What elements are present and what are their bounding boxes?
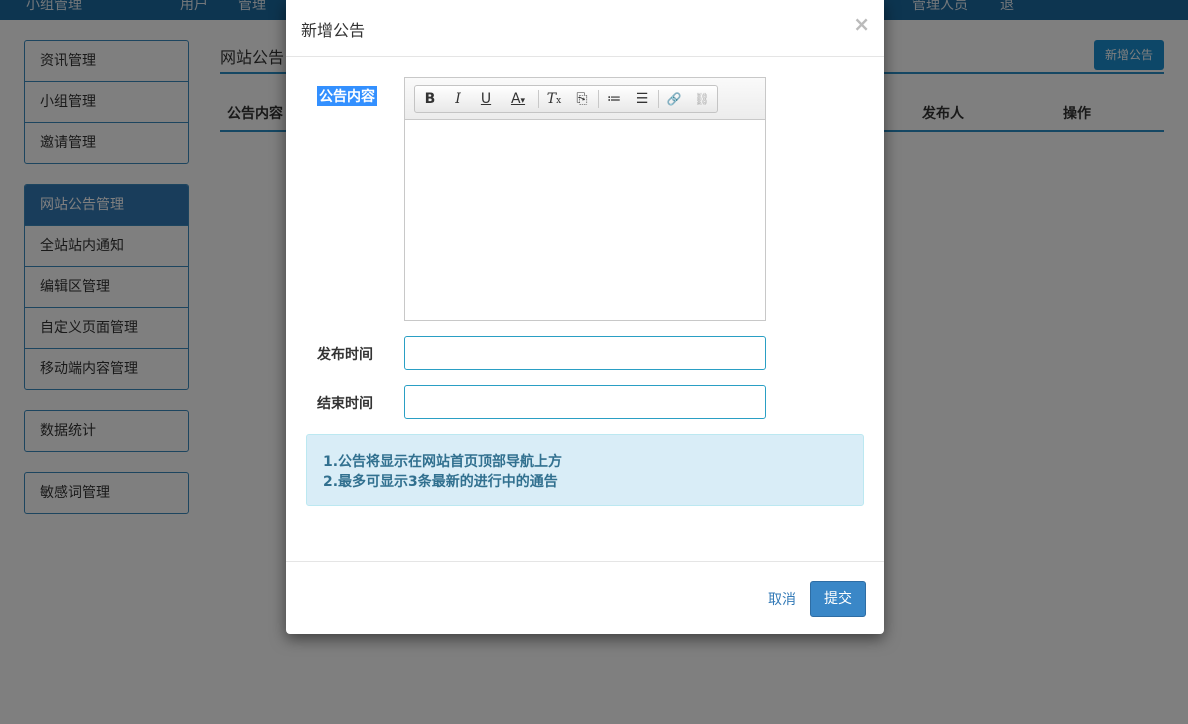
end-time-label: 结束时间 — [317, 396, 373, 412]
publish-time-input[interactable] — [404, 336, 766, 370]
remove-format-x: x — [556, 96, 562, 106]
italic-icon[interactable]: I — [447, 86, 469, 112]
content-label: 公告内容 — [317, 86, 377, 106]
chevron-down-icon: ▾ — [520, 96, 526, 106]
close-icon[interactable]: × — [853, 12, 870, 36]
editor-toolbar: B I U A▾ Tx ⎘ ≔ ☰ 🔗 ⛓ — [405, 78, 765, 120]
alert-note-2: 2.最多可显示3条最新的进行中的通告 — [323, 474, 558, 490]
unlink-icon[interactable]: ⛓ — [691, 86, 713, 112]
ordered-list-icon[interactable]: ≔ — [603, 86, 625, 112]
bold-icon[interactable]: B — [419, 86, 441, 112]
end-time-input[interactable] — [404, 385, 766, 419]
toolbar-separator — [598, 90, 599, 108]
info-alert: 1.公告将显示在网站首页顶部导航上方 2.最多可显示3条最新的进行中的通告 — [306, 434, 864, 506]
modal-header: 新增公告 × — [286, 0, 884, 57]
modal-footer-divider — [286, 561, 884, 562]
alert-note-1: 1.公告将显示在网站首页顶部导航上方 — [323, 454, 563, 470]
submit-button[interactable]: 提交 — [810, 581, 866, 617]
link-icon[interactable]: 🔗 — [663, 86, 685, 112]
editor-content-area[interactable] — [405, 120, 765, 320]
publish-time-label: 发布时间 — [317, 347, 373, 363]
add-announcement-modal: 新增公告 × 公告内容 B I U A▾ Tx ⎘ ≔ ☰ 🔗 ⛓ 发布时间 结… — [286, 0, 884, 634]
font-color-icon[interactable]: A▾ — [503, 86, 533, 112]
rich-text-editor: B I U A▾ Tx ⎘ ≔ ☰ 🔗 ⛓ — [404, 77, 766, 321]
toolbar-separator — [658, 90, 659, 108]
remove-format-glyph: T — [546, 91, 557, 107]
font-color-glyph: A — [510, 91, 521, 107]
cancel-button[interactable]: 取消 — [768, 589, 796, 609]
toolbar-separator — [538, 90, 539, 108]
modal-title: 新增公告 — [301, 21, 366, 40]
toolbar-button-group: B I U A▾ Tx ⎘ ≔ ☰ 🔗 ⛓ — [414, 85, 718, 113]
remove-format-icon[interactable]: Tx — [543, 86, 565, 112]
paste-icon[interactable]: ⎘ — [571, 86, 593, 112]
underline-icon[interactable]: U — [475, 86, 497, 112]
bullet-list-icon[interactable]: ☰ — [631, 86, 653, 112]
